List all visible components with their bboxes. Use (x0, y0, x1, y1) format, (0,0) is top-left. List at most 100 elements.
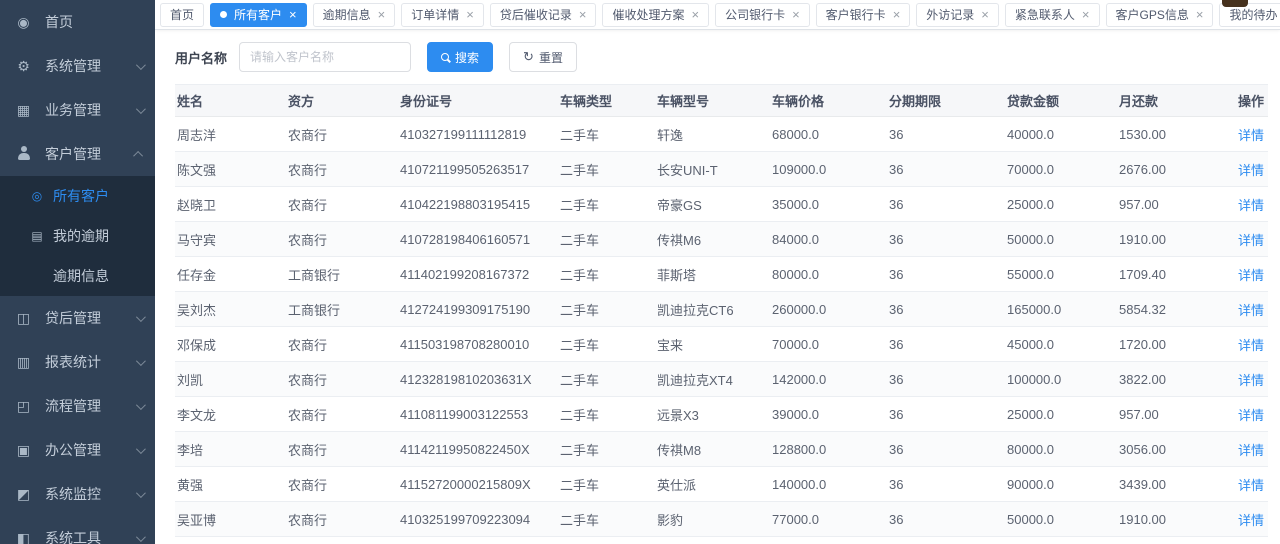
sidebar-item-label: 贷后管理 (45, 308, 136, 328)
sidebar-item-客户管理[interactable]: 客户管理 (0, 132, 155, 176)
monitor-icon: ◩ (15, 486, 32, 503)
sidebar-item-label: 所有客户 (53, 186, 143, 206)
close-icon[interactable]: × (691, 8, 699, 21)
tab-label: 逾期信息 (323, 6, 371, 23)
avatar[interactable] (1222, 0, 1248, 7)
cell-action: 详情 (1227, 432, 1268, 467)
detail-link[interactable]: 详情 (1238, 338, 1264, 353)
cell-installment-term: 36 (887, 292, 1005, 327)
tab-客户GPS信息[interactable]: 客户GPS信息 × (1106, 3, 1214, 27)
cell-name: 吴刘杰 (175, 292, 286, 327)
chevron-down-icon (136, 356, 146, 366)
close-icon[interactable]: × (792, 8, 800, 21)
detail-link[interactable]: 详情 (1238, 373, 1264, 388)
tab-紧急联系人[interactable]: 紧急联系人 × (1005, 3, 1100, 27)
sidebar-item-label: 系统监控 (45, 484, 136, 504)
detail-link[interactable]: 详情 (1238, 268, 1264, 283)
close-icon[interactable]: × (1196, 8, 1204, 21)
cell-installment-term: 36 (887, 257, 1005, 292)
tab-外访记录[interactable]: 外访记录 × (916, 3, 999, 27)
cell-name (175, 537, 286, 544)
tab-逾期信息[interactable]: 逾期信息 × (313, 3, 396, 27)
cell-installment-term: 36 (887, 187, 1005, 222)
cell-vehicle-price: 70000.0 (770, 327, 887, 362)
my-overdue-icon: ▤ (30, 229, 44, 243)
sidebar-item-报表统计[interactable]: ▥报表统计 (0, 340, 155, 384)
detail-link[interactable]: 详情 (1238, 128, 1264, 143)
sidebar-item-所有客户[interactable]: ◎所有客户 (0, 176, 155, 216)
detail-link[interactable]: 详情 (1238, 513, 1264, 528)
detail-link[interactable]: 详情 (1238, 198, 1264, 213)
cell-funder: 工商银行 (286, 257, 398, 292)
main-area: 首页 所有客户 × 逾期信息 × 订单详情 × 贷后催收记录 × 催收处理方案 … (155, 0, 1280, 544)
cell-loan-amount: 40000.0 (1005, 117, 1117, 152)
cell-monthly-payment: 1720.00 (1117, 327, 1227, 362)
submenu-客户管理: ◎所有客户▤我的逾期逾期信息 (0, 176, 155, 296)
detail-link[interactable]: 详情 (1238, 233, 1264, 248)
cell-installment-term: 36 (887, 327, 1005, 362)
cell-id-number: 411081199003122553 (398, 397, 558, 432)
detail-link[interactable]: 详情 (1238, 478, 1264, 493)
cell-vehicle-price: 84000.0 (770, 222, 887, 257)
cell-installment-term: 36 (887, 432, 1005, 467)
table-row: 陈文强 农商行 410721199505263517 二手车 长安UNI-T 1… (175, 152, 1268, 187)
cell-vehicle-model: 轩逸 (655, 117, 770, 152)
detail-link[interactable]: 详情 (1238, 443, 1264, 458)
column-header-资方: 资方 (286, 85, 398, 117)
tab-订单详情[interactable]: 订单详情 × (401, 3, 484, 27)
sidebar-item-业务管理[interactable]: ▦业务管理 (0, 88, 155, 132)
close-icon[interactable]: × (981, 8, 989, 21)
sidebar-item-首页[interactable]: ◉首页 (0, 0, 155, 44)
tab-所有客户[interactable]: 所有客户 × (210, 3, 307, 27)
cell-action: 详情 (1227, 502, 1268, 537)
close-icon[interactable]: × (1082, 8, 1090, 21)
close-icon[interactable]: × (893, 8, 901, 21)
cell-loan-amount: 50000.0 (1005, 222, 1117, 257)
detail-link[interactable]: 详情 (1238, 163, 1264, 178)
sidebar-item-逾期信息[interactable]: 逾期信息 (0, 256, 155, 296)
cell-installment-term (887, 537, 1005, 544)
cell-loan-amount: 165000.0 (1005, 292, 1117, 327)
cell-action: 详情 (1227, 117, 1268, 152)
reset-button[interactable]: ↻ 重置 (509, 42, 577, 72)
cell-funder: 工商银行 (286, 292, 398, 327)
cell-name: 邓保成 (175, 327, 286, 362)
tab-公司银行卡[interactable]: 公司银行卡 × (715, 3, 810, 27)
cell-installment-term: 36 (887, 467, 1005, 502)
column-header-车辆类型: 车辆类型 (558, 85, 655, 117)
close-icon[interactable]: × (378, 8, 386, 21)
sidebar-item-系统管理[interactable]: ⚙系统管理 (0, 44, 155, 88)
sidebar-item-办公管理[interactable]: ▣办公管理 (0, 428, 155, 472)
gear-icon: ⚙ (15, 58, 32, 75)
detail-link[interactable]: 详情 (1238, 408, 1264, 423)
table-row: 刘凯 农商行 41232819810203631X 二手车 凯迪拉克XT4 14… (175, 362, 1268, 397)
table-header: 姓名资方身份证号车辆类型车辆型号车辆价格分期期限贷款金额月还款操作 (175, 85, 1268, 117)
cell-monthly-payment: 3056.00 (1117, 432, 1227, 467)
tab-催收处理方案[interactable]: 催收处理方案 × (602, 3, 709, 27)
close-icon[interactable]: × (289, 8, 297, 21)
search-input[interactable] (239, 42, 411, 72)
reset-button-label: 重置 (539, 49, 563, 66)
refresh-icon: ↻ (523, 49, 534, 65)
cell-vehicle-model: 传祺M6 (655, 222, 770, 257)
table-row: 赵晓卫 农商行 410422198803195415 二手车 帝豪GS 3500… (175, 187, 1268, 222)
sidebar-item-label: 报表统计 (45, 352, 136, 372)
cell-monthly-payment: 3439.00 (1117, 467, 1227, 502)
sidebar-item-系统工具[interactable]: ◧系统工具 (0, 516, 155, 544)
tab-客户银行卡[interactable]: 客户银行卡 × (816, 3, 911, 27)
cell-monthly-payment (1117, 537, 1227, 544)
sidebar-item-系统监控[interactable]: ◩ 系统监控 (0, 472, 155, 516)
close-icon[interactable]: × (579, 8, 587, 21)
cell-funder: 农商行 (286, 117, 398, 152)
cell-vehicle-price: 39000.0 (770, 397, 887, 432)
tab-贷后催收记录[interactable]: 贷后催收记录 × (490, 3, 597, 27)
customers-table: 姓名资方身份证号车辆类型车辆型号车辆价格分期期限贷款金额月还款操作 周志洋 农商… (175, 84, 1268, 544)
close-icon[interactable]: × (466, 8, 474, 21)
tab-首页[interactable]: 首页 (160, 3, 204, 27)
detail-link[interactable]: 详情 (1238, 303, 1264, 318)
sidebar-item-贷后管理[interactable]: ◫贷后管理 (0, 296, 155, 340)
sidebar-item-流程管理[interactable]: ◰流程管理 (0, 384, 155, 428)
sidebar-item-我的逾期[interactable]: ▤我的逾期 (0, 216, 155, 256)
cell-id-number: 41142119950822450X (398, 432, 558, 467)
search-button[interactable]: 搜索 (427, 42, 493, 72)
